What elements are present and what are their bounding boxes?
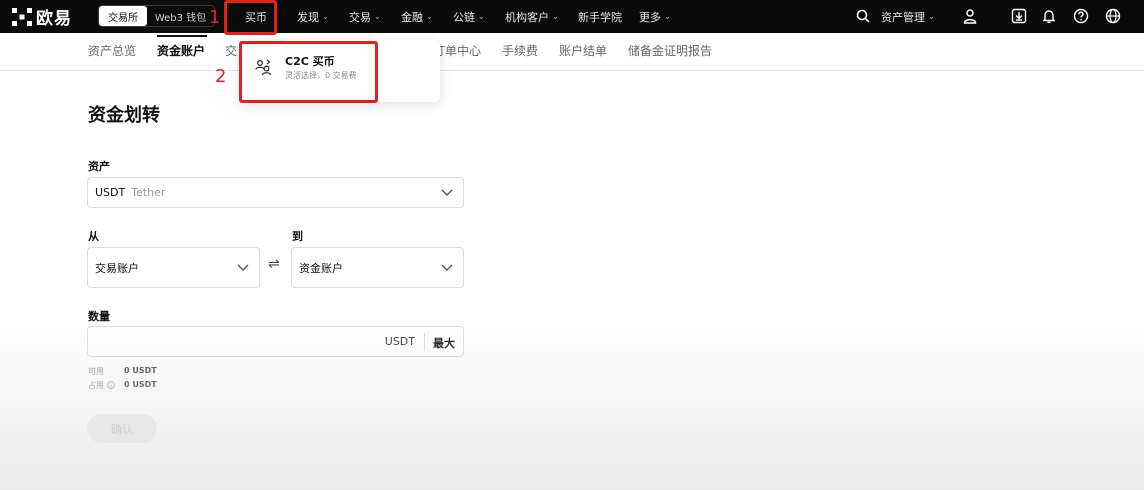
amount-input[interactable]: USDT 最大 [87,326,464,357]
confirm-button[interactable]: 确认 [87,414,157,443]
tab-fees[interactable]: 手续费 [502,42,538,59]
tab-asset-overview[interactable]: 资产总览 [88,42,136,59]
from-label: 从 [88,230,99,243]
account-tab-bar: 资产总览 资金账户 交 订单中心 手续费 账户结单 储备金证明报告 [0,33,1144,71]
nav-item-trade[interactable]: 交易 ⌄ [349,0,381,33]
info-icon[interactable] [106,381,115,389]
asset-management-label: 资产管理 [881,10,925,24]
available-value: 0 USDT [124,366,157,375]
asset-management-menu[interactable]: 资产管理 ⌄ [881,0,935,33]
help-icon[interactable] [1072,7,1090,25]
nav-item-label: 公链 [453,10,475,24]
nav-item-label: 金融 [401,10,423,24]
nav-item-discover[interactable]: 发现 ⌄ [297,0,329,33]
mode-switch: 交易所 Web3 钱包 [98,5,215,27]
chevron-down-icon: ⌄ [374,12,381,21]
tab-proof-of-reserves[interactable]: 储备金证明报告 [628,42,712,59]
nav-item-more[interactable]: 更多 ⌄ [639,0,671,33]
nav-item-finance[interactable]: 金融 ⌄ [401,0,433,33]
tab-funding-account[interactable]: 资金账户 [157,42,205,59]
nav-item-academy[interactable]: 新手学院 [578,0,622,33]
chevron-down-icon: ⌄ [426,12,433,21]
available-label: 可用 [88,367,104,376]
globe-icon[interactable] [1104,7,1122,25]
mode-exchange-tab[interactable]: 交易所 [99,6,147,26]
asset-label: 资产 [88,160,110,173]
nav-item-label: 发现 [297,10,319,24]
chevron-down-icon: ⌄ [478,12,485,21]
nav-item-institutional[interactable]: 机构客户 ⌄ [505,0,559,33]
asset-select[interactable]: USDT Tether [87,177,464,208]
user-icon[interactable] [961,7,979,25]
bell-icon[interactable] [1040,7,1058,25]
download-icon[interactable] [1010,7,1028,25]
amount-unit: USDT [384,335,415,348]
page-title: 资金划转 [88,105,160,126]
tab-trading-account[interactable]: 交 [225,42,237,59]
annotation-box-buy-crypto [224,0,277,35]
swap-accounts-icon[interactable]: ⇌ [268,256,280,272]
to-account-select[interactable]: 资金账户 [291,247,464,288]
chevron-down-icon: ⌄ [928,12,935,21]
brand-logo[interactable]: 欧易 [12,6,72,29]
chevron-down-icon [441,264,453,271]
nav-item-label: 更多 [639,10,661,24]
tab-statements[interactable]: 账户结单 [559,42,607,59]
to-label: 到 [292,230,303,243]
chevron-down-icon: ⌄ [322,12,329,21]
from-account-select[interactable]: 交易账户 [87,247,260,288]
amount-label: 数量 [88,310,110,323]
nav-item-label: 交易 [349,10,371,24]
chevron-down-icon: ⌄ [664,12,671,21]
occupied-label-text: 占用 [88,381,104,390]
occupied-label: 占用 [88,380,115,391]
to-account-value: 资金账户 [299,261,343,275]
mode-web3-tab[interactable]: Web3 钱包 [147,6,214,26]
from-account-value: 交易账户 [95,261,139,275]
active-tab-indicator [157,35,207,37]
chevron-down-icon [441,189,453,196]
tab-order-center[interactable]: 订单中心 [433,42,481,59]
asset-full-name: Tether [131,186,166,199]
nav-item-label: 机构客户 [505,10,549,24]
chevron-down-icon: ⌄ [552,12,559,21]
occupied-value: 0 USDT [124,380,157,389]
brand-name: 欧易 [36,9,72,29]
amount-divider [424,333,425,351]
search-icon[interactable] [854,7,872,25]
okx-logo-icon [12,7,32,26]
annotation-number-1: 1 [209,7,221,28]
chevron-down-icon [237,264,249,271]
asset-symbol: USDT [95,186,126,199]
annotation-box-c2c [239,41,378,103]
nav-item-public-chain[interactable]: 公链 ⌄ [453,0,485,33]
annotation-number-2: 2 [215,66,227,87]
nav-item-label: 新手学院 [578,10,622,24]
max-button[interactable]: 最大 [433,335,455,351]
